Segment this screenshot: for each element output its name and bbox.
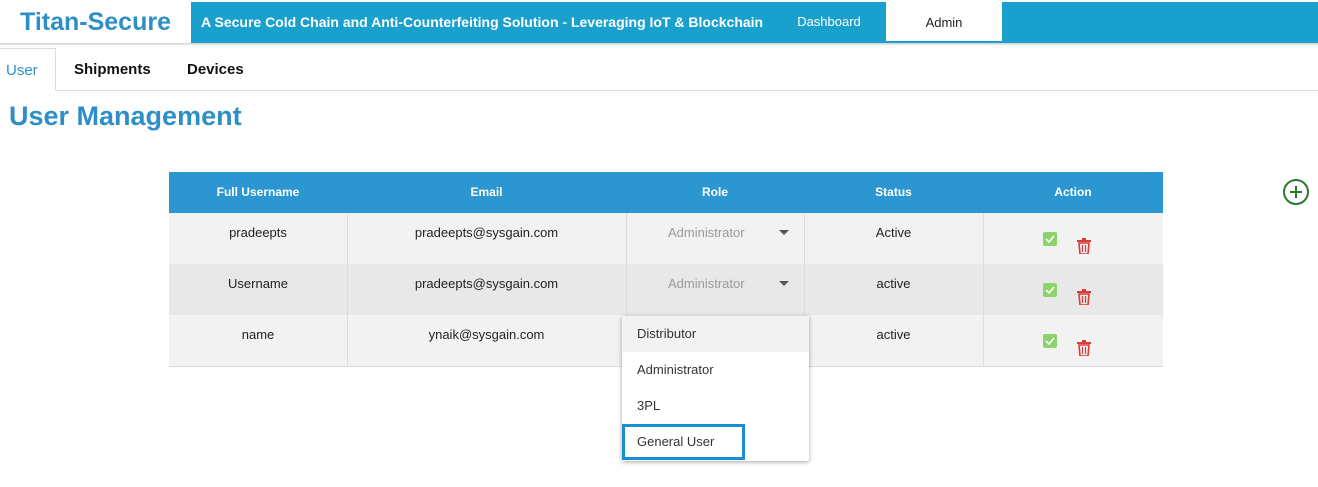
trash-icon[interactable] — [1077, 230, 1091, 255]
nav-dashboard[interactable]: Dashboard — [789, 2, 869, 43]
username-cell: Username — [169, 264, 348, 315]
table-header: Full Username Email Role Status Action — [169, 172, 1163, 213]
trash-icon[interactable] — [1077, 281, 1091, 306]
title-bar: A Secure Cold Chain and Anti-Counterfeit… — [191, 2, 1318, 43]
status-cell: Active — [804, 213, 984, 264]
role-select[interactable]: Administrator — [626, 213, 805, 264]
brand-logo: Titan-Secure — [0, 2, 191, 43]
top-header: Titan-Secure A Secure Cold Chain and Ant… — [0, 0, 1318, 44]
action-cell — [983, 264, 1163, 315]
column-header-username: Full Username — [169, 172, 348, 213]
role-select[interactable]: Administrator — [626, 264, 805, 315]
page-title: User Management — [9, 101, 242, 131]
header-shadow — [0, 43, 1318, 46]
chevron-down-icon — [779, 230, 789, 235]
check-icon[interactable] — [1043, 283, 1057, 297]
tab-bar: User Shipments Devices — [0, 48, 1318, 91]
trash-icon[interactable] — [1077, 332, 1091, 357]
status-cell: active — [804, 315, 984, 366]
role-option-administrator[interactable]: Administrator — [622, 352, 809, 388]
email-cell: ynaik@sysgain.com — [347, 315, 627, 366]
role-option-3pl[interactable]: 3PL — [622, 388, 809, 424]
column-header-email: Email — [347, 172, 627, 213]
app-title: A Secure Cold Chain and Anti-Counterfeit… — [201, 14, 764, 30]
column-header-role: Role — [626, 172, 805, 213]
check-icon[interactable] — [1043, 232, 1057, 246]
column-header-action: Action — [983, 172, 1163, 213]
tab-shipments[interactable]: Shipments — [74, 48, 151, 90]
role-option-general-user[interactable]: General User — [622, 424, 745, 460]
tab-user[interactable]: User — [0, 48, 56, 91]
add-user-button[interactable] — [1283, 179, 1309, 205]
chevron-down-icon — [779, 281, 789, 286]
role-dropdown-menu: Distributor Administrator 3PL General Us… — [622, 316, 809, 461]
role-select-value: Administrator — [668, 276, 745, 291]
role-option-distributor[interactable]: Distributor — [622, 316, 809, 352]
username-cell: name — [169, 315, 348, 366]
column-header-status: Status — [804, 172, 984, 213]
email-cell: pradeepts@sysgain.com — [347, 213, 627, 264]
action-cell — [983, 213, 1163, 264]
status-cell: active — [804, 264, 984, 315]
table-row: pradeepts pradeepts@sysgain.com Administ… — [169, 213, 1163, 265]
table-row: Username pradeepts@sysgain.com Administr… — [169, 264, 1163, 316]
email-cell: pradeepts@sysgain.com — [347, 264, 627, 315]
nav-admin[interactable]: Admin — [886, 2, 1002, 43]
action-cell — [983, 315, 1163, 366]
username-cell: pradeepts — [169, 213, 348, 264]
check-icon[interactable] — [1043, 334, 1057, 348]
role-select-value: Administrator — [668, 225, 745, 240]
tab-devices[interactable]: Devices — [187, 48, 244, 90]
